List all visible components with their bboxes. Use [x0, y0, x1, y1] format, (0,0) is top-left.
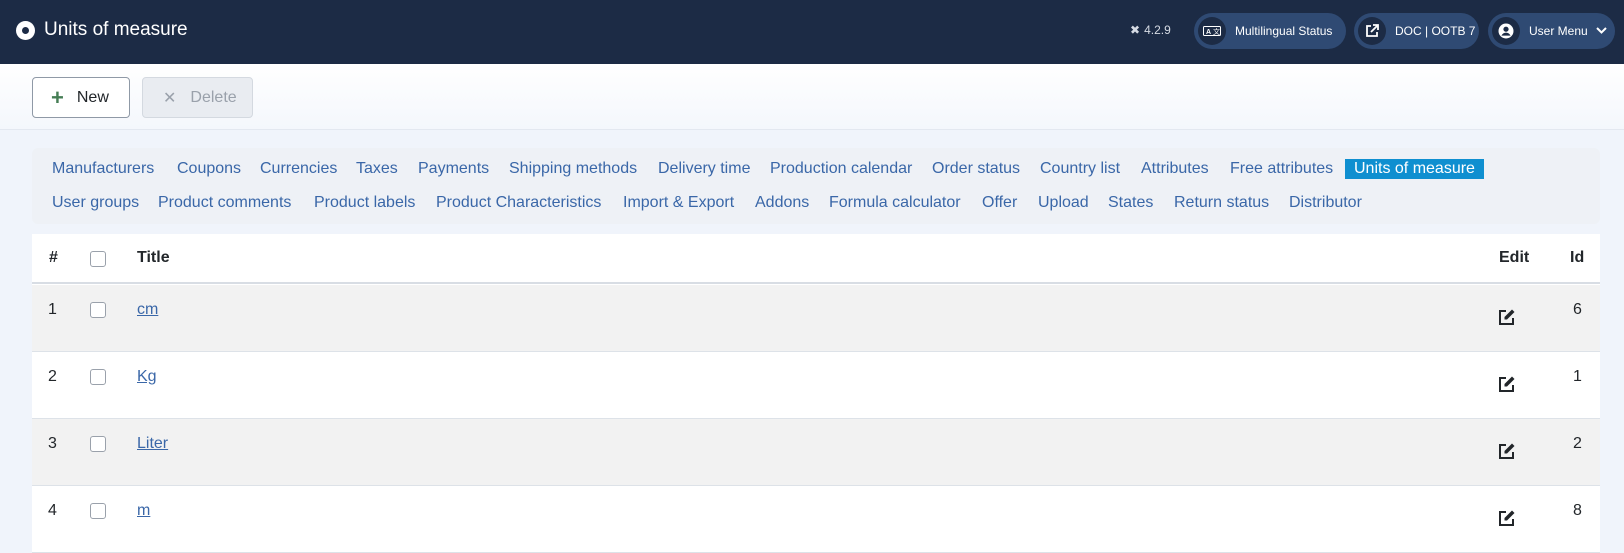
edit-icon[interactable]: [1498, 375, 1516, 393]
language-icon: A文: [1198, 17, 1226, 45]
row-number: 4: [48, 502, 57, 519]
table-row: 1 cm 6: [32, 285, 1600, 352]
table-header: # Title Edit Id: [32, 234, 1600, 284]
new-label: New: [76, 88, 109, 106]
select-all-checkbox[interactable]: [90, 251, 106, 267]
row-number: 1: [48, 301, 57, 318]
user-menu-label: User Menu: [1529, 24, 1588, 38]
units-table: # Title Edit Id 1 cm 6 2 Kg 1 3 Liter 2 …: [32, 234, 1600, 553]
svg-text:A: A: [1206, 29, 1211, 36]
submenu-item-payments[interactable]: Payments: [418, 159, 489, 179]
submenu-item-units-of-measure[interactable]: Units of measure: [1345, 159, 1484, 179]
row-title-link[interactable]: Liter: [137, 435, 168, 453]
row-id: 1: [1573, 368, 1582, 385]
table-row: 2 Kg 1: [32, 352, 1600, 419]
submenu-item-states[interactable]: States: [1108, 193, 1153, 213]
submenu-item-delivery-time[interactable]: Delivery time: [658, 159, 750, 179]
plus-icon: +: [51, 84, 64, 110]
submenu-item-formula-calculator[interactable]: Formula calculator: [829, 193, 961, 213]
row-number: 2: [48, 368, 57, 385]
multilingual-status-button[interactable]: A文 Multilingual Status: [1194, 13, 1346, 49]
top-header: Units of measure ✖ 4.2.9 A文 Multilingual…: [0, 0, 1624, 64]
submenu-item-shipping-methods[interactable]: Shipping methods: [509, 159, 637, 179]
column-header-id[interactable]: Id: [1570, 249, 1584, 267]
edit-icon[interactable]: [1498, 442, 1516, 460]
row-title-link[interactable]: Kg: [137, 368, 157, 386]
row-title-link[interactable]: m: [137, 502, 150, 520]
site-link-button[interactable]: DOC | OOTB 7: [1354, 13, 1479, 49]
submenu-item-offer[interactable]: Offer: [982, 193, 1017, 213]
table-row: 4 m 8: [32, 486, 1600, 553]
submenu-item-currencies[interactable]: Currencies: [260, 159, 337, 179]
multilingual-label: Multilingual Status: [1235, 24, 1333, 38]
toolbar: + New ✕ Delete: [0, 64, 1624, 130]
new-button[interactable]: + New: [32, 77, 130, 118]
row-checkbox[interactable]: [90, 369, 106, 385]
submenu-item-free-attributes[interactable]: Free attributes: [1230, 159, 1333, 179]
user-icon: [1492, 17, 1520, 45]
submenu-item-coupons[interactable]: Coupons: [177, 159, 241, 179]
site-link-label: DOC | OOTB 7: [1395, 24, 1476, 38]
joomla-logo-icon[interactable]: [16, 21, 35, 40]
column-header-title[interactable]: Title: [137, 249, 170, 267]
submenu-item-product-characteristics[interactable]: Product Characteristics: [436, 193, 601, 213]
column-header-number: #: [49, 249, 58, 266]
row-id: 8: [1573, 502, 1582, 519]
delete-label: Delete: [190, 88, 237, 106]
submenu-item-attributes[interactable]: Attributes: [1141, 159, 1209, 179]
column-header-edit: Edit: [1499, 249, 1530, 266]
external-link-icon: [1358, 17, 1386, 45]
chevron-down-icon: [1595, 25, 1607, 37]
close-icon: ✕: [163, 89, 177, 107]
page-title: Units of measure: [44, 19, 188, 40]
table-row: 3 Liter 2: [32, 419, 1600, 486]
svg-text:文: 文: [1213, 27, 1220, 36]
version-info: ✖ 4.2.9: [1130, 23, 1171, 37]
edit-icon[interactable]: [1498, 308, 1516, 326]
submenu: Manufacturers Coupons Currencies Taxes P…: [32, 148, 1600, 224]
submenu-item-taxes[interactable]: Taxes: [356, 159, 398, 179]
row-id: 2: [1573, 435, 1582, 452]
submenu-item-product-labels[interactable]: Product labels: [314, 193, 415, 213]
submenu-item-addons[interactable]: Addons: [755, 193, 809, 213]
edit-icon[interactable]: [1498, 509, 1516, 527]
joomla-icon: ✖: [1130, 23, 1141, 37]
row-checkbox[interactable]: [90, 503, 106, 519]
user-menu-button[interactable]: User Menu: [1488, 13, 1615, 49]
row-checkbox[interactable]: [90, 436, 106, 452]
row-number: 3: [48, 435, 57, 452]
submenu-item-upload[interactable]: Upload: [1038, 193, 1089, 213]
submenu-item-distributor[interactable]: Distributor: [1289, 193, 1362, 213]
submenu-item-production-calendar[interactable]: Production calendar: [770, 159, 912, 179]
submenu-item-country-list[interactable]: Country list: [1040, 159, 1120, 179]
delete-button[interactable]: ✕ Delete: [142, 77, 253, 118]
submenu-item-product-comments[interactable]: Product comments: [158, 193, 291, 213]
submenu-item-user-groups[interactable]: User groups: [52, 193, 139, 213]
row-id: 6: [1573, 301, 1582, 318]
row-checkbox[interactable]: [90, 302, 106, 318]
submenu-item-manufacturers[interactable]: Manufacturers: [52, 159, 154, 179]
version-label: 4.2.9: [1144, 23, 1171, 37]
submenu-item-import-export[interactable]: Import & Export: [623, 193, 734, 213]
row-title-link[interactable]: cm: [137, 301, 158, 319]
submenu-item-order-status[interactable]: Order status: [932, 159, 1020, 179]
submenu-item-return-status[interactable]: Return status: [1174, 193, 1269, 213]
